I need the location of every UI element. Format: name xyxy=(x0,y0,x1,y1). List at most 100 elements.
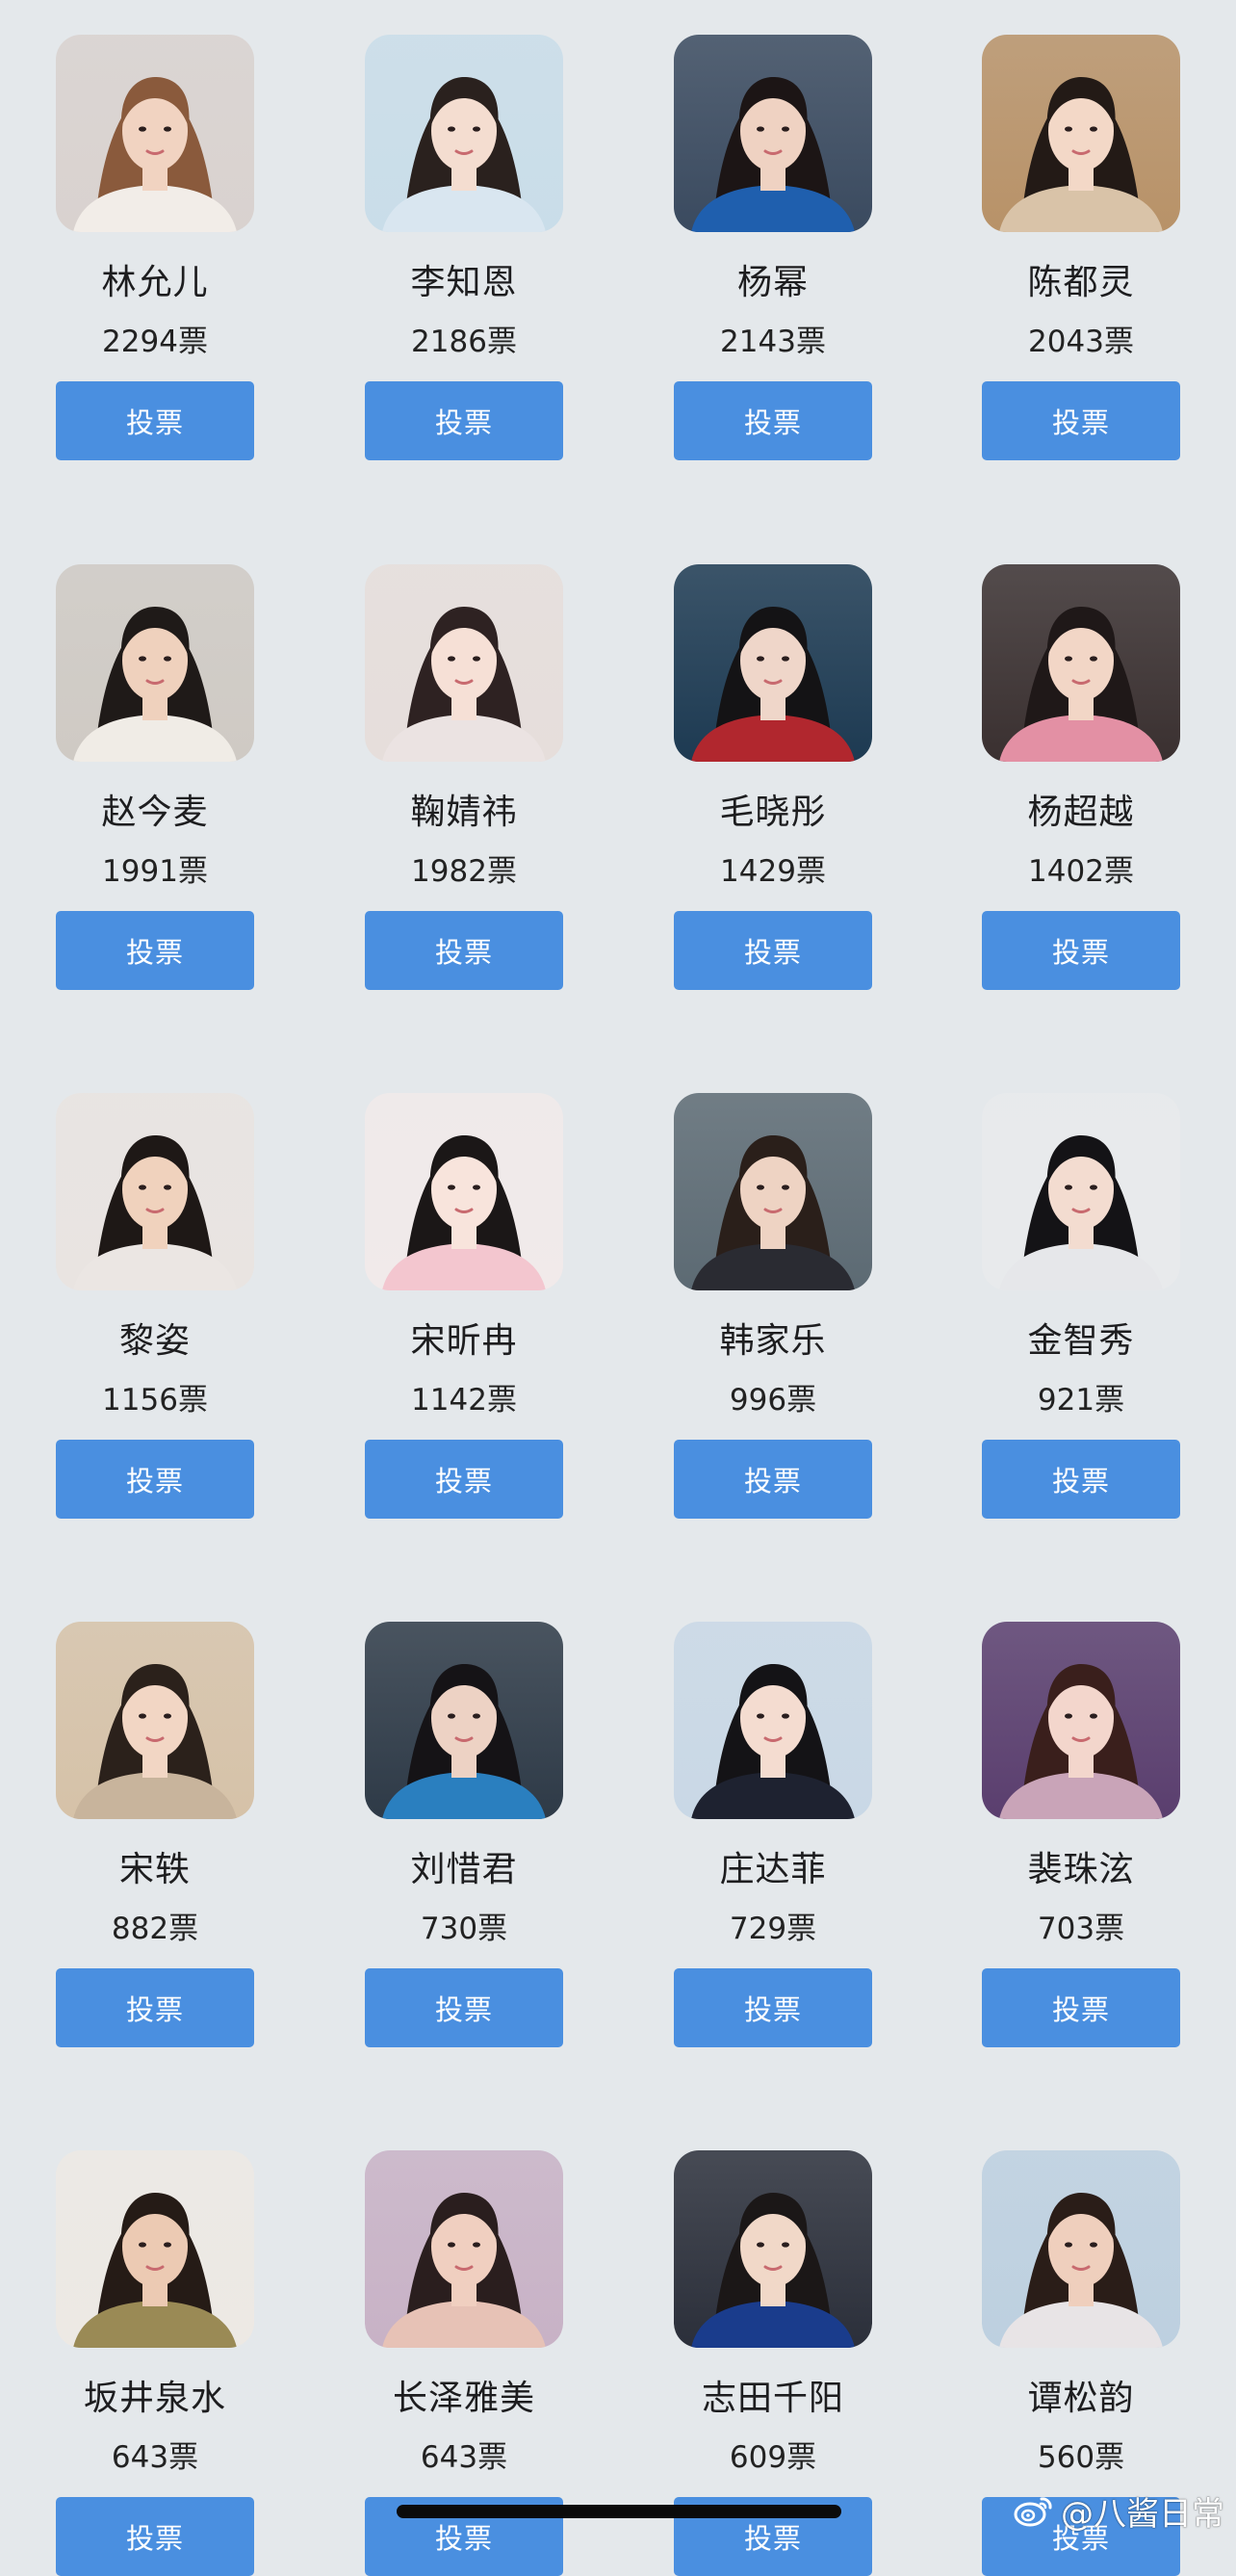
vote-button[interactable]: 投票 xyxy=(56,1440,254,1519)
candidate-photo[interactable] xyxy=(674,564,872,762)
candidate-name: 庄达菲 xyxy=(719,1850,827,1889)
candidate-photo[interactable] xyxy=(674,1622,872,1819)
vote-count: 882票 xyxy=(111,1912,199,1946)
candidate-photo[interactable] xyxy=(56,1093,254,1290)
vote-button[interactable]: 投票 xyxy=(674,911,872,990)
vote-count: 996票 xyxy=(729,1383,817,1418)
vote-button[interactable]: 投票 xyxy=(674,1968,872,2047)
vote-count: 643票 xyxy=(111,2440,199,2475)
candidate-name: 黎姿 xyxy=(118,1321,191,1361)
vote-button[interactable]: 投票 xyxy=(365,1440,563,1519)
vote-button[interactable]: 投票 xyxy=(56,911,254,990)
candidate-photo[interactable] xyxy=(56,1622,254,1819)
candidate-photo[interactable] xyxy=(674,1093,872,1290)
vote-count: 1156票 xyxy=(102,1383,208,1418)
portrait-illustration xyxy=(982,2150,1180,2348)
portrait-illustration xyxy=(56,2150,254,2348)
watermark-text: @八酱日常 xyxy=(1061,2494,1224,2534)
vote-button[interactable]: 投票 xyxy=(365,1968,563,2047)
portrait-illustration xyxy=(56,1622,254,1819)
vote-count: 1982票 xyxy=(411,854,517,889)
vote-button[interactable]: 投票 xyxy=(365,381,563,460)
portrait-illustration xyxy=(365,1622,563,1819)
candidate-photo[interactable] xyxy=(982,1622,1180,1819)
vote-count: 560票 xyxy=(1037,2440,1125,2475)
vote-button[interactable]: 投票 xyxy=(674,381,872,460)
vote-count: 730票 xyxy=(420,1912,508,1946)
vote-button[interactable]: 投票 xyxy=(982,1968,1180,2047)
portrait-illustration xyxy=(56,564,254,762)
candidate-name: 坂井泉水 xyxy=(83,2379,226,2418)
vote-count: 2143票 xyxy=(720,325,826,359)
vote-button[interactable]: 投票 xyxy=(982,911,1180,990)
portrait-illustration xyxy=(982,35,1180,232)
portrait-illustration xyxy=(674,35,872,232)
candidate-name: 裴珠泫 xyxy=(1027,1850,1135,1889)
portrait-illustration xyxy=(365,2150,563,2348)
candidate-photo[interactable] xyxy=(674,2150,872,2348)
candidate-name: 赵今麦 xyxy=(101,793,209,832)
vote-count: 2186票 xyxy=(411,325,517,359)
candidate-photo[interactable] xyxy=(982,2150,1180,2348)
portrait-illustration xyxy=(982,1622,1180,1819)
vote-button[interactable]: 投票 xyxy=(365,911,563,990)
candidate-name: 毛晓彤 xyxy=(719,793,827,832)
vote-button[interactable]: 投票 xyxy=(674,1440,872,1519)
vote-button[interactable]: 投票 xyxy=(982,1440,1180,1519)
vote-count: 1142票 xyxy=(411,1383,517,1418)
vote-button[interactable]: 投票 xyxy=(56,2497,254,2576)
candidate-photo[interactable] xyxy=(56,2150,254,2348)
vote-count: 2043票 xyxy=(1028,325,1134,359)
portrait-illustration xyxy=(674,1622,872,1819)
vote-count: 1429票 xyxy=(720,854,826,889)
vote-count: 2294票 xyxy=(102,325,208,359)
candidate-photo[interactable] xyxy=(56,35,254,232)
portrait-illustration xyxy=(982,1093,1180,1290)
candidate-name: 长泽雅美 xyxy=(392,2379,535,2418)
candidate-name: 李知恩 xyxy=(410,263,518,302)
weibo-icon xyxy=(1014,2497,1052,2527)
vote-count: 1991票 xyxy=(102,854,208,889)
portrait-illustration xyxy=(674,564,872,762)
candidate-photo[interactable] xyxy=(365,2150,563,2348)
candidate-name: 志田千阳 xyxy=(701,2379,844,2418)
candidate-name: 杨幂 xyxy=(736,263,809,302)
vote-button[interactable]: 投票 xyxy=(56,381,254,460)
portrait-illustration xyxy=(674,1093,872,1290)
vote-button[interactable]: 投票 xyxy=(982,381,1180,460)
portrait-illustration xyxy=(56,1093,254,1290)
candidate-photo[interactable] xyxy=(365,35,563,232)
vote-count: 643票 xyxy=(420,2440,508,2475)
portrait-illustration xyxy=(365,564,563,762)
candidate-photo[interactable] xyxy=(982,564,1180,762)
candidate-photo[interactable] xyxy=(982,1093,1180,1290)
candidate-name: 鞠婧祎 xyxy=(410,793,518,832)
watermark: @八酱日常 xyxy=(1013,2491,1224,2534)
candidate-name: 林允儿 xyxy=(101,263,209,302)
candidate-name: 宋轶 xyxy=(118,1850,191,1889)
candidate-name: 陈都灵 xyxy=(1027,263,1135,302)
vote-button[interactable]: 投票 xyxy=(56,1968,254,2047)
candidate-photo[interactable] xyxy=(982,35,1180,232)
portrait-illustration xyxy=(365,35,563,232)
candidate-photo[interactable] xyxy=(365,1622,563,1819)
vote-count: 609票 xyxy=(729,2440,817,2475)
portrait-illustration xyxy=(365,1093,563,1290)
candidate-name: 韩家乐 xyxy=(719,1321,827,1361)
candidate-name: 杨超越 xyxy=(1027,793,1135,832)
candidate-name: 刘惜君 xyxy=(410,1850,518,1889)
candidate-photo[interactable] xyxy=(674,35,872,232)
home-indicator[interactable] xyxy=(397,2505,841,2518)
portrait-illustration xyxy=(982,564,1180,762)
vote-count: 921票 xyxy=(1037,1383,1125,1418)
candidate-photo[interactable] xyxy=(365,1093,563,1290)
vote-count: 703票 xyxy=(1037,1912,1125,1946)
vote-count: 1402票 xyxy=(1028,854,1134,889)
portrait-illustration xyxy=(674,2150,872,2348)
candidate-photo[interactable] xyxy=(56,564,254,762)
vote-count: 729票 xyxy=(729,1912,817,1946)
portrait-illustration xyxy=(56,35,254,232)
candidate-photo[interactable] xyxy=(365,564,563,762)
candidate-name: 宋昕冉 xyxy=(410,1321,518,1361)
candidate-name: 谭松韵 xyxy=(1027,2379,1135,2418)
